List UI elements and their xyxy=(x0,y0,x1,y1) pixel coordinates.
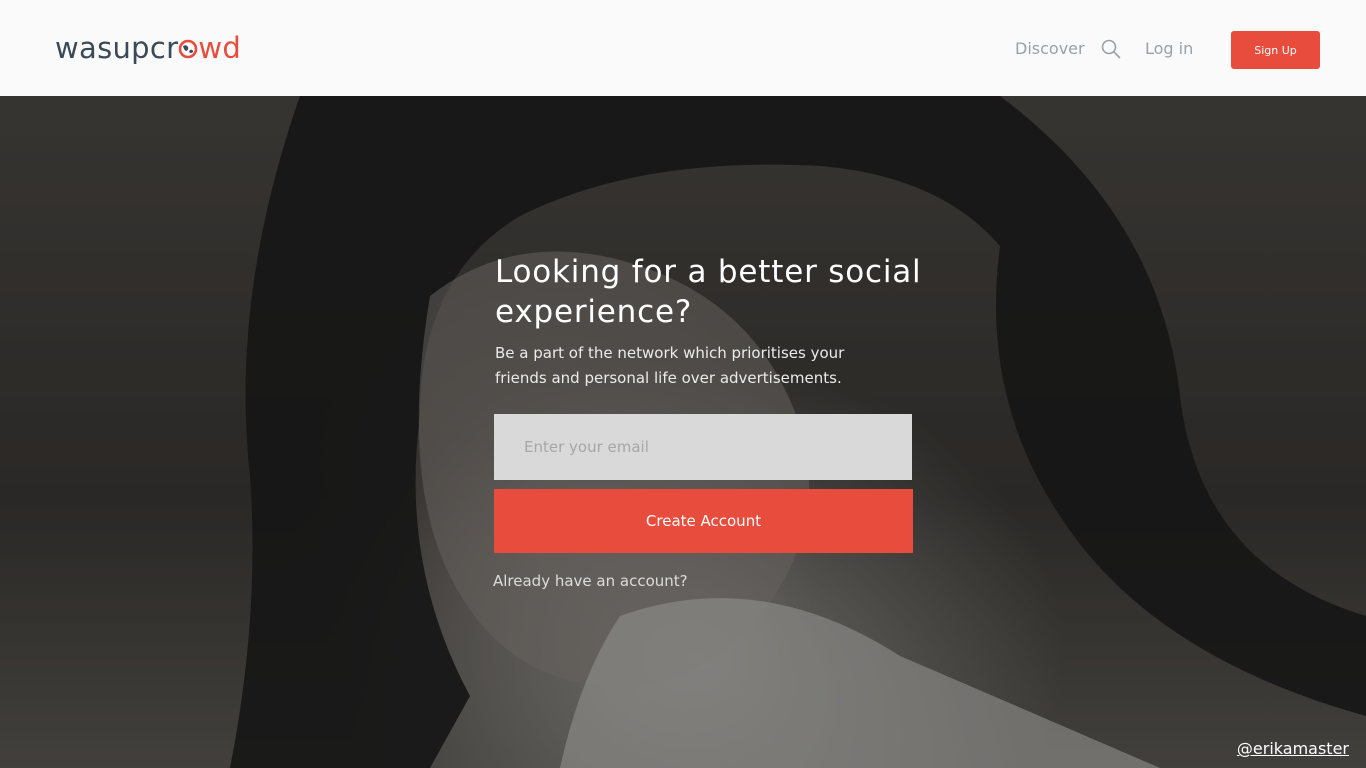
create-account-button[interactable]: Create Account xyxy=(494,489,913,553)
nav-discover-link[interactable]: Discover xyxy=(1015,38,1085,60)
search-icon[interactable] xyxy=(1101,39,1121,59)
email-input[interactable] xyxy=(494,414,912,480)
logo-text-accent: wd xyxy=(198,31,242,65)
signup-button[interactable]: Sign Up xyxy=(1231,31,1320,69)
brand-logo[interactable]: wasupcr wd xyxy=(55,30,241,66)
top-header: wasupcr wd Discover Log in Sign Up xyxy=(0,0,1366,96)
hero-headline: Looking for a better social experience? xyxy=(495,254,922,330)
globe-icon xyxy=(179,39,198,59)
photo-credit-link[interactable]: @erikamaster xyxy=(1237,739,1349,758)
hero-section: Looking for a better social experience? … xyxy=(0,96,1366,768)
hero-subtext: Be a part of the network which prioritis… xyxy=(495,344,845,387)
already-have-account-link[interactable]: Already have an account? xyxy=(493,572,688,590)
nav-login-link[interactable]: Log in xyxy=(1145,38,1193,60)
logo-text-dark: wasupcr xyxy=(55,31,179,65)
